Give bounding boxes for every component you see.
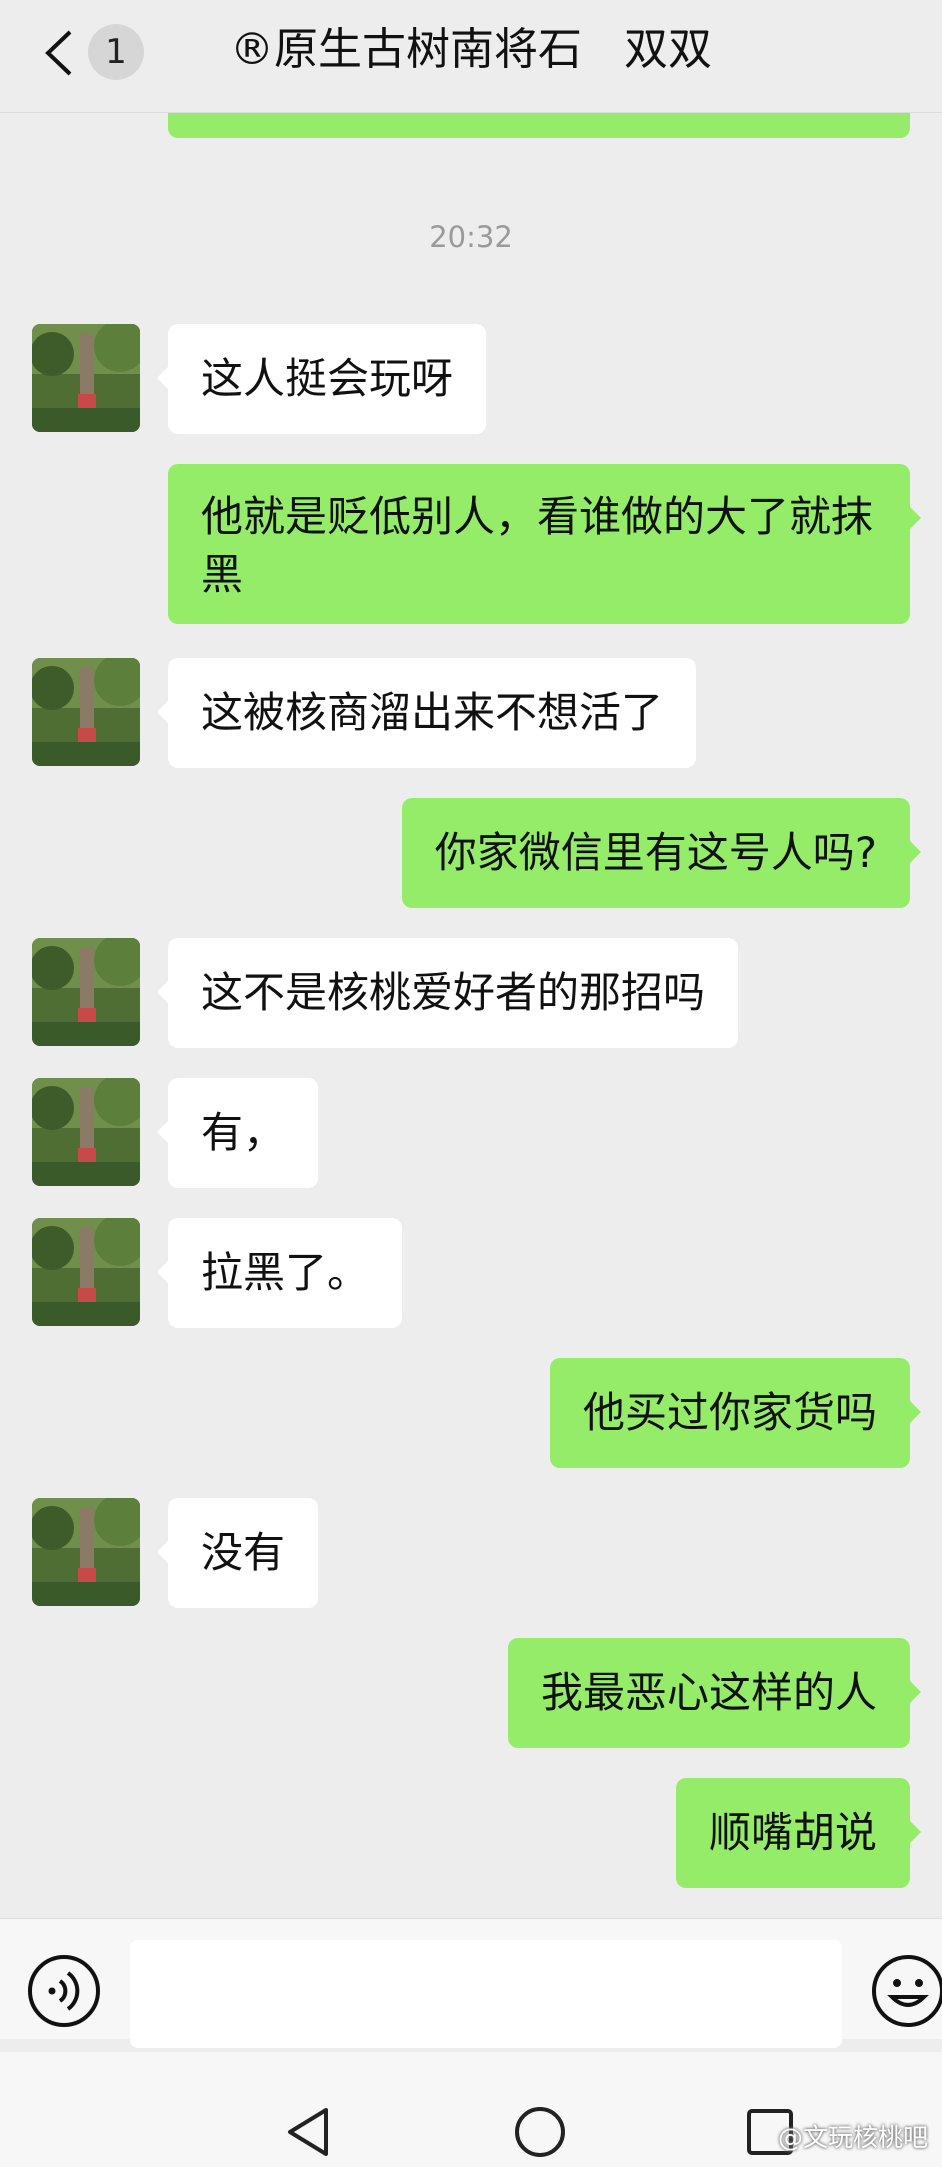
back-triangle-icon — [288, 2108, 328, 2156]
message-bubble-incoming[interactable]: 这不是核桃爱好者的那招吗 — [156, 938, 739, 1048]
message-bubble-incoming[interactable]: 有， — [156, 1078, 319, 1188]
voice-icon — [28, 1955, 100, 2027]
contact-avatar[interactable] — [32, 1218, 140, 1326]
home-circle-icon — [515, 2107, 565, 2157]
emoji-button[interactable] — [870, 1953, 942, 2029]
message-bubble-incoming[interactable]: 这人挺会玩呀 — [156, 324, 487, 434]
timestamp-label: 20:32 — [429, 220, 513, 254]
nav-back-button[interactable] — [280, 2102, 340, 2162]
message-bubble-outgoing[interactable]: 他就是贬低别人，看谁做的大了就抹黑 — [168, 464, 921, 624]
contact-avatar[interactable] — [32, 324, 140, 432]
contact-avatar[interactable] — [32, 658, 140, 766]
nav-home-button[interactable] — [510, 2102, 570, 2162]
contact-avatar[interactable] — [32, 1078, 140, 1186]
back-button[interactable]: 1 — [30, 18, 170, 88]
message-bubble-incoming[interactable]: 没有 — [156, 1498, 319, 1608]
message-input[interactable] — [130, 1940, 842, 2048]
chat-header: ®原生古树南将石 双双 1 — [0, 0, 942, 113]
message-bubble-incoming[interactable]: 拉黑了。 — [156, 1218, 403, 1328]
message-bubble-outgoing[interactable]: 你家微信里有这号人吗? — [401, 798, 922, 908]
contact-avatar[interactable] — [32, 1498, 140, 1606]
message-bubble-incoming[interactable]: 这被核商溜出来不想活了 — [156, 658, 697, 768]
voice-button[interactable] — [26, 1953, 102, 2029]
contact-avatar[interactable] — [32, 938, 140, 1046]
chevron-left-icon — [45, 30, 72, 76]
previous-message-bubble-edge — [168, 112, 910, 138]
watermark: @文玩核桃吧 — [777, 2123, 928, 2152]
unread-badge: 1 — [88, 24, 144, 80]
message-bubble-outgoing[interactable]: 我最恶心这样的人 — [507, 1638, 922, 1748]
message-bubble-outgoing[interactable]: 他买过你家货吗 — [549, 1358, 922, 1468]
message-bubble-outgoing[interactable]: 顺嘴胡说 — [675, 1778, 922, 1888]
emoji-icon — [872, 1955, 942, 2027]
